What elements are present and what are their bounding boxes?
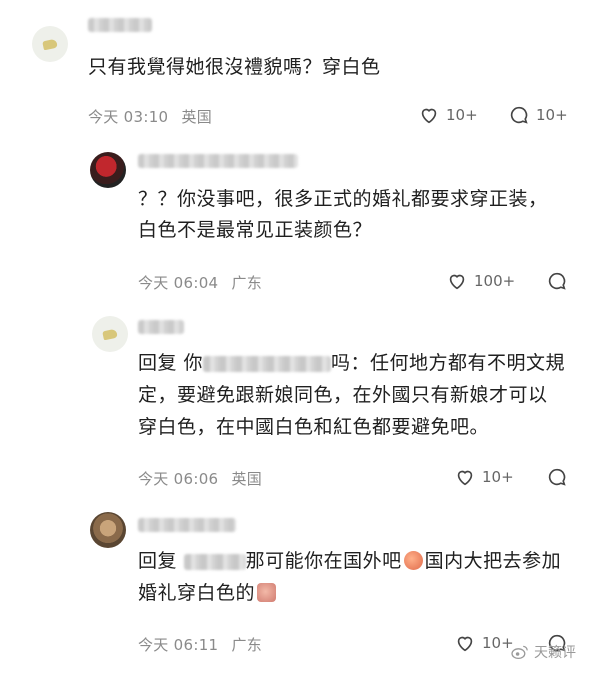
- reply-button[interactable]: [546, 466, 568, 488]
- comment-time: 今天 06:11: [138, 636, 219, 654]
- watermark: 天籁评: [510, 642, 576, 662]
- like-count: 100+: [474, 272, 516, 290]
- heart-icon: [457, 470, 473, 486]
- comment-text-line-2: 婚礼穿白色的: [138, 578, 278, 609]
- comment-bubble-icon: [510, 106, 528, 124]
- mention-blurred[interactable]: [183, 553, 246, 570]
- heart-icon: [449, 274, 465, 290]
- comment-time: 今天 06:06: [138, 470, 219, 488]
- weibo-logo-icon: [511, 645, 528, 660]
- comment-bubble-icon: [548, 468, 566, 486]
- comment-text-line-2: 白色不是最常见正装颜色？: [138, 219, 373, 241]
- comment-text-line-2: 定，要避免跟新娘同色，在外國只有新娘才可以: [138, 384, 548, 406]
- watermark-text: 天籁评: [534, 645, 576, 661]
- username-blurred[interactable]: [88, 18, 152, 32]
- comment-time: 今天 03:10: [88, 108, 169, 126]
- like-button[interactable]: 100+: [446, 270, 515, 292]
- mention-blurred[interactable]: [203, 355, 332, 372]
- avatar[interactable]: [90, 512, 126, 548]
- comment-meta: 今天 06:11 广东: [138, 634, 270, 655]
- reply-button[interactable]: 10+: [508, 104, 568, 126]
- reply-prefix: 回复 你: [138, 352, 204, 374]
- like-count: 10+: [446, 106, 478, 124]
- avatar[interactable]: [90, 152, 126, 188]
- like-count: 10+: [482, 634, 514, 652]
- comment-text: 婚礼穿白色的: [138, 582, 256, 604]
- reply-button[interactable]: [546, 270, 568, 292]
- emoji-icon: [257, 583, 277, 602]
- comment-text: 国内大把去参加: [424, 550, 562, 572]
- like-button[interactable]: 10+: [418, 104, 478, 126]
- comment-location: 英国: [181, 108, 213, 126]
- comment-text: 只有我覺得她很沒禮貌嗎？穿白色: [88, 56, 381, 78]
- comment-bubble-icon: [548, 272, 566, 290]
- avatar[interactable]: [32, 26, 68, 62]
- comment-text: 吗：任何地方都有不明文規: [331, 352, 566, 374]
- heart-icon: [457, 636, 473, 652]
- comment-text-line-1: 回复 那可能你在国外吧 国内大把去参加: [138, 546, 561, 577]
- comment-text-line-3: 穿白色，在中國白色和紅色都要避免吧。: [138, 416, 490, 438]
- comment-location: 广东: [231, 636, 263, 654]
- avatar[interactable]: [92, 316, 128, 352]
- comment-time: 今天 06:04: [138, 274, 219, 292]
- emoji-icon: [403, 551, 423, 570]
- comment-text-line-1: ？？你没事吧，很多正式的婚礼都要求穿正装，: [138, 188, 548, 210]
- comment-meta: 今天 03:10 英国: [88, 106, 220, 127]
- reply-prefix: 回复: [138, 550, 178, 572]
- like-button[interactable]: 10+: [454, 466, 514, 488]
- heart-icon: [421, 108, 437, 124]
- comment-meta: 今天 06:06 英国: [138, 468, 270, 489]
- comment-location: 广东: [231, 274, 263, 292]
- like-count: 10+: [482, 468, 514, 486]
- username-blurred[interactable]: [138, 154, 298, 168]
- comment-text-line-1: 回复 你 吗：任何地方都有不明文規: [138, 348, 565, 379]
- username-blurred[interactable]: [138, 320, 184, 334]
- comment-meta: 今天 06:04 广东: [138, 272, 270, 293]
- comment-location: 英国: [231, 470, 263, 488]
- like-button[interactable]: 10+: [454, 632, 514, 654]
- reply-count: 10+: [536, 106, 568, 124]
- username-blurred[interactable]: [138, 518, 236, 532]
- comment-text: 那可能你在国外吧: [245, 550, 402, 572]
